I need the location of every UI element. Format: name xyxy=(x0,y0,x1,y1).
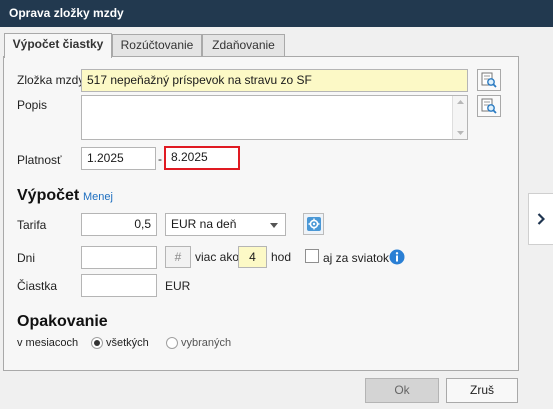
zlozka-lookup-button[interactable] xyxy=(477,69,501,91)
radio-vsetkych[interactable] xyxy=(91,337,103,349)
ciastka-currency: EUR xyxy=(165,279,191,293)
cancel-button[interactable]: Zruš xyxy=(446,378,518,403)
platnost-label: Platnosť xyxy=(17,153,62,167)
lookup-icon xyxy=(481,72,497,88)
ciastka-field[interactable] xyxy=(81,274,157,297)
tarifa-field[interactable]: 0,5 xyxy=(81,213,157,236)
vypocet-heading: Výpočet xyxy=(17,187,80,204)
popis-field[interactable] xyxy=(81,95,468,140)
dni-field[interactable] xyxy=(81,246,157,269)
chevron-down-icon xyxy=(270,223,278,228)
zlozka-label: Zložka mzdy xyxy=(17,73,85,87)
lookup-icon xyxy=(481,98,497,114)
expand-panel-button[interactable] xyxy=(528,193,553,245)
ok-button[interactable]: Ok xyxy=(365,378,439,403)
popis-scrollbar[interactable] xyxy=(452,96,467,139)
calculator-settings-icon xyxy=(306,217,321,231)
tab-zdanovanie[interactable]: Zdaňovanie xyxy=(202,34,285,57)
zlozka-field[interactable]: 517 nepeňažný príspevok na stravu zo SF xyxy=(81,69,468,92)
hod-label: hod xyxy=(271,250,292,264)
scroll-arrows-icon xyxy=(457,100,464,135)
popis-lookup-button[interactable] xyxy=(477,95,501,117)
ciastka-label: Čiastka xyxy=(17,279,58,293)
tarifa-settings-button[interactable] xyxy=(303,213,324,235)
viac-ako-label: viac ako xyxy=(195,250,240,264)
platnost-to-field[interactable]: 8.2025 xyxy=(164,146,240,170)
tab-vypocet-ciastky[interactable]: Výpočet čiastky xyxy=(4,33,112,58)
radio-vybranych-label: vybraných xyxy=(181,337,232,349)
chevron-right-icon xyxy=(537,213,545,225)
sviatok-label: aj za sviatok xyxy=(323,251,390,265)
sviatok-checkbox[interactable] xyxy=(305,249,319,263)
menej-link[interactable]: Menej xyxy=(83,191,113,203)
mesiace-label: v mesiacoch xyxy=(17,337,79,349)
tarifa-unit-value: EUR na deň xyxy=(171,217,237,231)
platnost-from-field[interactable]: 1.2025 xyxy=(81,147,156,170)
radio-vybranych[interactable] xyxy=(166,337,178,349)
tab-rozuctovanie[interactable]: Rozúčtovanie xyxy=(112,34,202,57)
tarifa-label: Tarifa xyxy=(17,218,47,232)
popis-label: Popis xyxy=(17,98,48,112)
tarifa-unit-select[interactable]: EUR na deň xyxy=(165,213,286,236)
hodiny-field[interactable]: 4 xyxy=(238,246,267,268)
info-icon[interactable] xyxy=(389,249,405,265)
window-title: Oprava zložky mzdy xyxy=(0,0,553,27)
platnost-separator: - xyxy=(158,152,162,166)
hash-button[interactable]: # xyxy=(165,246,191,268)
radio-vsetkych-label: všetkých xyxy=(106,337,149,349)
dni-label: Dni xyxy=(17,251,36,265)
opakovanie-heading: Opakovanie xyxy=(17,313,108,330)
